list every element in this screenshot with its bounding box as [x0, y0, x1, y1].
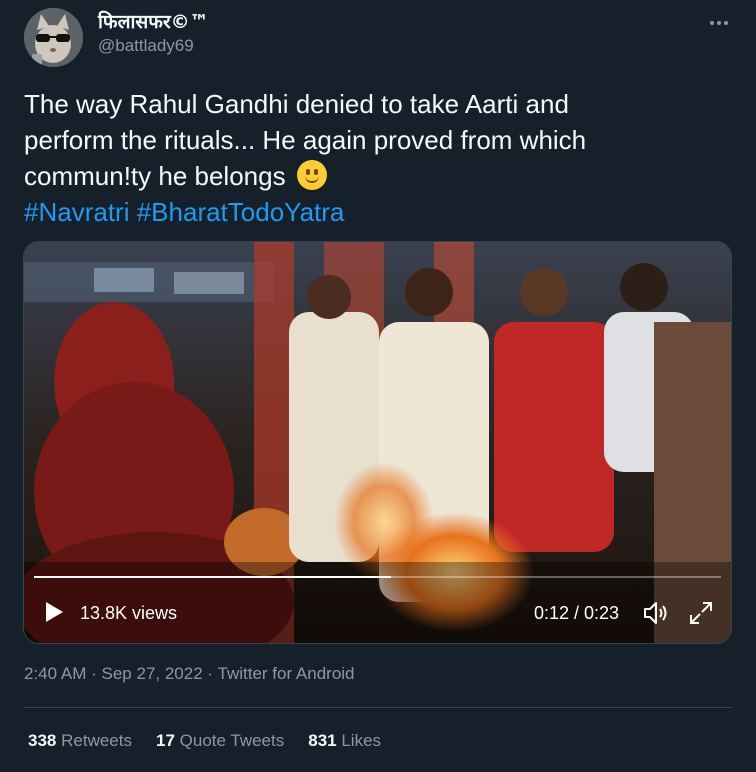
- video-frame: [24, 242, 731, 643]
- volume-icon[interactable]: [642, 600, 670, 626]
- likes-count: 831: [308, 731, 337, 750]
- display-name[interactable]: फिलासफर©™: [98, 8, 209, 34]
- tweet-text-line: commun!ty he belongs: [24, 158, 724, 194]
- retweets-count: 338: [28, 731, 57, 750]
- video-progress-fill: [34, 576, 392, 578]
- video-progress-bar[interactable]: [34, 576, 721, 578]
- hashtag-link[interactable]: #BharatTodoYatra: [137, 197, 345, 227]
- retweets-label: Retweets: [61, 731, 132, 750]
- video-time: 0:12 / 0:23: [534, 603, 620, 623]
- hashtag-link[interactable]: #Navratri: [24, 197, 129, 227]
- retweets-stat[interactable]: 338 Retweets: [28, 731, 132, 751]
- quote-tweets-label: Quote Tweets: [179, 731, 285, 750]
- tweet-metadata: 2:40 AM · Sep 27, 2022 · Twitter for And…: [24, 664, 355, 684]
- smiling-face-emoji-icon: [296, 160, 327, 190]
- video-player[interactable]: 13.8K views 0:12 / 0:23: [23, 241, 732, 644]
- cat-avatar-icon: [24, 8, 83, 67]
- tweet-time[interactable]: 2:40 AM: [24, 664, 86, 683]
- view-count: 13.8K views: [80, 603, 178, 623]
- avatar[interactable]: [24, 8, 83, 67]
- user-handle[interactable]: @battlady69: [98, 36, 194, 56]
- meta-separator: ·: [91, 664, 97, 683]
- likes-stat[interactable]: 831 Likes: [308, 731, 381, 751]
- divider: [24, 707, 732, 708]
- quote-tweets-count: 17: [155, 731, 175, 750]
- tweet-text-line: The way Rahul Gandhi denied to take Aart…: [24, 89, 569, 119]
- quote-tweets-stat[interactable]: 17 Quote Tweets: [156, 731, 284, 751]
- more-options-icon[interactable]: [704, 8, 734, 38]
- tweet-source[interactable]: Twitter for Android: [218, 664, 355, 683]
- engagement-stats: 338 Retweets 17 Quote Tweets 831 Likes: [28, 731, 381, 751]
- tweet-date[interactable]: Sep 27, 2022: [102, 664, 203, 683]
- tweet-text-line: perform the rituals... He again proved f…: [24, 125, 587, 155]
- play-icon[interactable]: [42, 600, 66, 624]
- tweet-text: The way Rahul Gandhi denied to take Aart…: [24, 86, 724, 230]
- hashtags: #Navratri #BharatTodoYatra: [24, 194, 724, 230]
- meta-separator: ·: [207, 664, 214, 683]
- tweet-text-fragment: commun!ty he belongs: [24, 161, 286, 191]
- fullscreen-icon[interactable]: [688, 600, 714, 626]
- likes-label: Likes: [341, 731, 382, 750]
